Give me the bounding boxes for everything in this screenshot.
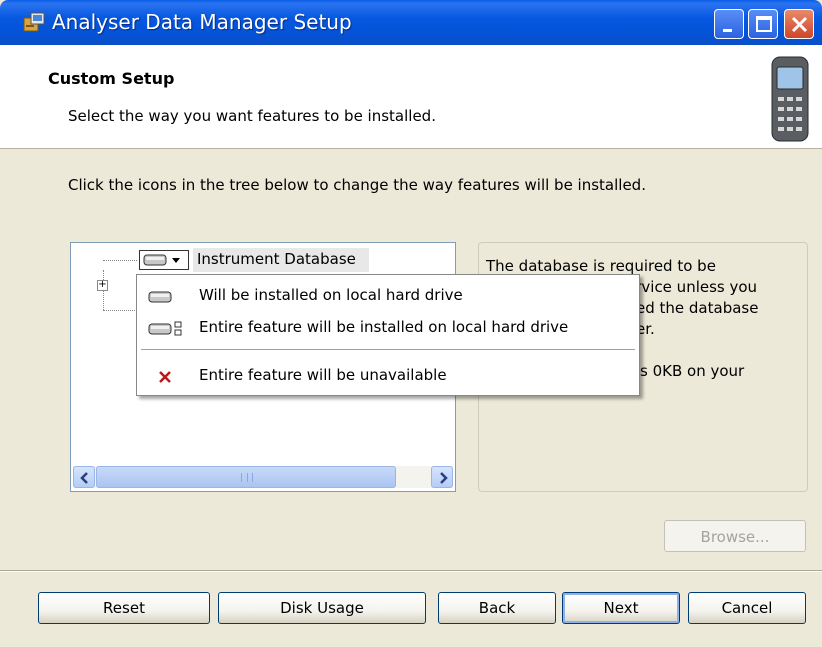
- hard-drive-icon: [148, 291, 172, 303]
- menu-separator: [141, 349, 635, 350]
- close-icon: [791, 16, 808, 33]
- reset-button[interactable]: Reset: [38, 592, 210, 624]
- hard-drive-tree-icon: [148, 321, 182, 336]
- tree-item-instrument-database[interactable]: Instrument Database: [193, 248, 369, 272]
- close-button[interactable]: [784, 9, 814, 39]
- page-title: Custom Setup: [48, 69, 175, 88]
- window-title: Analyser Data Manager Setup: [52, 10, 352, 34]
- expand-node-button[interactable]: +: [97, 280, 108, 291]
- hard-drive-dropdown-icon: [143, 254, 180, 266]
- menu-item-install-local[interactable]: Will be installed on local hard drive: [137, 281, 639, 311]
- maximize-icon: [756, 16, 772, 32]
- tree-connector: [103, 260, 137, 261]
- setup-installer-icon: [23, 12, 45, 32]
- title-bar[interactable]: Analyser Data Manager Setup: [0, 0, 822, 45]
- chevron-left-icon: [80, 472, 88, 484]
- tree-connector: [103, 310, 137, 311]
- minimize-button[interactable]: [714, 9, 744, 39]
- header-panel: Custom Setup Select the way you want fea…: [0, 45, 822, 149]
- scroll-right-button[interactable]: [431, 466, 453, 488]
- browse-button[interactable]: Browse...: [664, 520, 806, 552]
- instruction-text: Click the icons in the tree below to cha…: [68, 176, 646, 194]
- red-x-icon: [159, 371, 171, 383]
- back-button[interactable]: Back: [438, 592, 556, 624]
- scroll-thumb[interactable]: [96, 466, 396, 488]
- chevron-right-icon: [440, 472, 448, 484]
- button-divider: [0, 570, 822, 572]
- disk-usage-button[interactable]: Disk Usage: [218, 592, 426, 624]
- next-button[interactable]: Next: [562, 592, 680, 624]
- feature-state-dropdown[interactable]: [139, 250, 189, 270]
- menu-item-unavailable[interactable]: Entire feature will be unavailable: [137, 361, 639, 391]
- grip-icon: [241, 473, 253, 482]
- minimize-icon: [723, 29, 732, 32]
- handheld-device-icon: [771, 56, 809, 142]
- cancel-button[interactable]: Cancel: [688, 592, 806, 624]
- page-subtitle: Select the way you want features to be i…: [68, 107, 436, 125]
- scroll-left-button[interactable]: [73, 466, 95, 488]
- maximize-button[interactable]: [748, 9, 778, 39]
- tree-horizontal-scrollbar[interactable]: [73, 466, 453, 488]
- menu-item-install-entire-local[interactable]: Entire feature will be installed on loca…: [137, 313, 639, 343]
- feature-install-menu[interactable]: Will be installed on local hard drive En…: [136, 274, 640, 396]
